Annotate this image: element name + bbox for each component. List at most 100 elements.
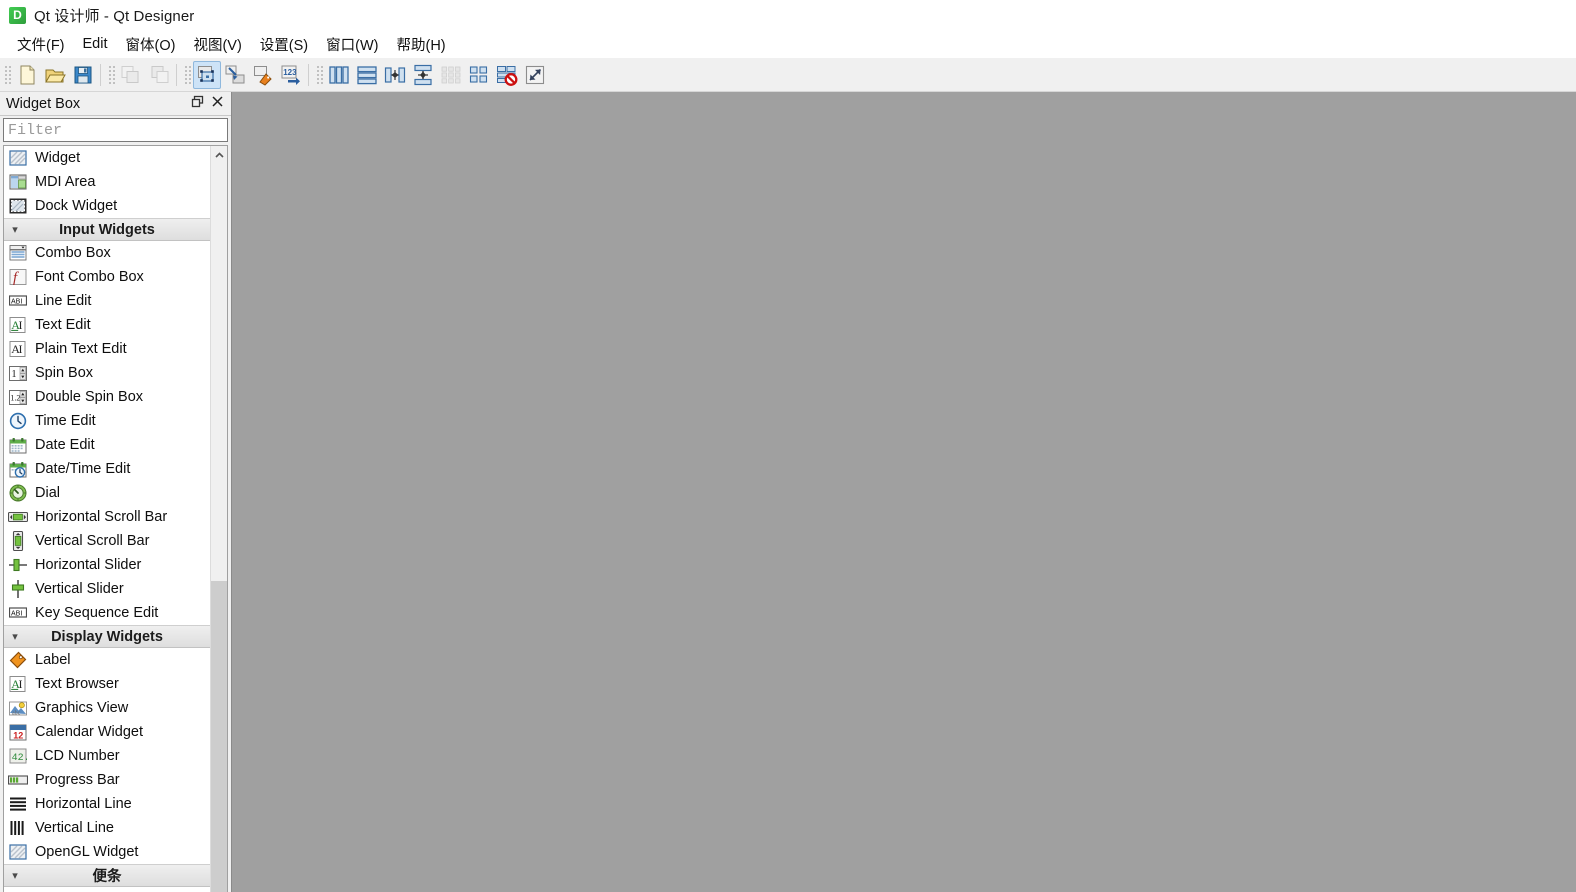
menu-view[interactable]: 视图(V) (184, 32, 250, 57)
list-item-combo-box[interactable]: Combo Box (4, 241, 210, 265)
layout-splitter-vertical-button[interactable] (409, 61, 437, 89)
edit-signals-slots-button[interactable] (221, 61, 249, 89)
list-item-time-edit[interactable]: Time Edit (4, 409, 210, 433)
list-item-widget[interactable]: Widget (4, 146, 210, 170)
list-item-label: Widget (35, 149, 81, 166)
calendar-widget-icon: 12 (7, 722, 29, 742)
list-item-vertical-scroll-bar[interactable]: Vertical Scroll Bar (4, 529, 210, 553)
category-label: Input Widgets (59, 221, 155, 238)
category-display-widgets[interactable]: ▾ Display Widgets (4, 625, 210, 648)
chevron-down-icon: ▾ (12, 870, 18, 882)
widget-box-title-bar: Widget Box (0, 92, 231, 116)
list-item-horizontal-line[interactable]: Horizontal Line (4, 792, 210, 816)
open-form-button[interactable] (41, 61, 69, 89)
list-item-lcd-number[interactable]: 42. LCD Number (4, 744, 210, 768)
svg-text:abc: abc (12, 710, 21, 716)
layout-splitter-vertical-icon (412, 64, 434, 86)
mdi-workspace[interactable] (231, 92, 1576, 892)
list-item-label: Time Edit (35, 412, 96, 429)
layout-splitter-horizontal-icon (384, 64, 406, 86)
menu-window[interactable]: 窗口(W) (317, 32, 387, 57)
svg-text:ABI: ABI (11, 611, 22, 618)
horizontal-slider-icon (7, 555, 29, 575)
list-item-text-edit[interactable]: A I Text Edit (4, 313, 210, 337)
widget-box-close-button[interactable] (207, 94, 227, 114)
category-scratchpad[interactable]: ▾ 便条 (4, 864, 210, 887)
list-item-dial[interactable]: Dial (4, 481, 210, 505)
save-disk-icon (72, 64, 94, 86)
toolbar-separator-1 (100, 63, 101, 86)
layout-horizontally-button[interactable] (325, 61, 353, 89)
vertical-line-icon (7, 818, 29, 838)
toolbar-grip-edit[interactable] (107, 63, 115, 86)
list-item-progress-bar[interactable]: Progress Bar (4, 768, 210, 792)
adjust-size-button[interactable] (521, 61, 549, 89)
list-item-horizontal-scroll-bar[interactable]: Horizontal Scroll Bar (4, 505, 210, 529)
scrollbar-thumb[interactable] (211, 163, 227, 581)
edit-tab-order-button[interactable]: 123 (277, 61, 305, 89)
filter-input[interactable] (3, 118, 228, 142)
list-item-label[interactable]: Label (4, 648, 210, 672)
save-form-button[interactable] (69, 61, 97, 89)
list-item-date-time-edit[interactable]: Date/Time Edit (4, 457, 210, 481)
category-input-widgets[interactable]: ▾ Input Widgets (4, 218, 210, 241)
list-item-graphics-view[interactable]: abc Graphics View (4, 696, 210, 720)
list-item-label: Date/Time Edit (35, 460, 131, 477)
toolbar-grip-file[interactable] (3, 63, 11, 86)
list-item-label: Plain Text Edit (35, 340, 127, 357)
widget-box-title: Widget Box (6, 95, 81, 112)
list-item-font-combo-box[interactable]: f Font Combo Box (4, 265, 210, 289)
list-item-line-edit[interactable]: ABI Line Edit (4, 289, 210, 313)
mdi-area-icon (7, 172, 29, 192)
list-item-text-browser[interactable]: A I Text Browser (4, 672, 210, 696)
widget-box-scrollbar[interactable] (210, 146, 227, 892)
break-layout-button[interactable] (493, 61, 521, 89)
list-item-key-sequence-edit[interactable]: ABI Key Sequence Edit (4, 601, 210, 625)
menu-edit[interactable]: Edit (74, 34, 117, 54)
toolbar-grip-layout[interactable] (315, 63, 323, 86)
list-item-date-edit[interactable]: Date Edit (4, 433, 210, 457)
layout-splitter-horizontal-button[interactable] (381, 61, 409, 89)
chevron-up-icon (214, 146, 224, 164)
new-form-button[interactable] (13, 61, 41, 89)
graphics-view-icon: abc (7, 698, 29, 718)
qt-designer-icon (9, 6, 26, 24)
list-item-label: Text Edit (35, 316, 91, 333)
list-item-vertical-line[interactable]: Vertical Line (4, 816, 210, 840)
edit-buddies-button[interactable] (249, 61, 277, 89)
widget-box-float-button[interactable] (187, 94, 207, 114)
qt-designer-window: Qt 设计师 - Qt Designer 文件(F) Edit 窗体(O) 视图… (0, 0, 1576, 892)
toolbar-separator-3 (308, 63, 309, 86)
undo-button[interactable] (117, 61, 145, 89)
list-item-double-spin-box[interactable]: 1.2 Double Spin Box (4, 385, 210, 409)
list-item-mdi-area[interactable]: MDI Area (4, 170, 210, 194)
edit-widgets-button[interactable] (193, 60, 221, 89)
list-item-spin-box[interactable]: 1 Spin Box (4, 361, 210, 385)
list-item-dock-widget[interactable]: Dock Widget (4, 194, 210, 218)
menu-help[interactable]: 帮助(H) (387, 32, 454, 57)
layout-vertically-button[interactable] (353, 61, 381, 89)
svg-text:I: I (19, 318, 23, 332)
scrollbar-up-button[interactable] (211, 146, 227, 163)
time-edit-icon (7, 411, 29, 431)
font-combo-box-icon: f (7, 267, 29, 287)
list-item-label: Progress Bar (35, 771, 120, 788)
list-item-horizontal-slider[interactable]: Horizontal Slider (4, 553, 210, 577)
close-icon (211, 95, 224, 113)
layout-grid-button[interactable] (437, 61, 465, 89)
date-time-edit-icon (7, 459, 29, 479)
list-item-opengl-widget[interactable]: OpenGL Widget (4, 840, 210, 864)
menu-form[interactable]: 窗体(O) (117, 32, 185, 57)
scrollbar-track[interactable] (211, 581, 227, 892)
break-layout-icon (496, 64, 518, 86)
toolbar-grip-mode[interactable] (183, 63, 191, 86)
menu-settings[interactable]: 设置(S) (251, 32, 317, 57)
layout-form-button[interactable] (465, 61, 493, 89)
widget-box-list[interactable]: Widget MDI Area Dock Widget ▾ Input Widg… (4, 146, 210, 892)
horizontal-scroll-bar-icon (7, 507, 29, 527)
menu-file[interactable]: 文件(F) (8, 32, 74, 57)
list-item-plain-text-edit[interactable]: A I Plain Text Edit (4, 337, 210, 361)
redo-button[interactable] (145, 61, 173, 89)
list-item-vertical-slider[interactable]: Vertical Slider (4, 577, 210, 601)
list-item-calendar-widget[interactable]: 12 Calendar Widget (4, 720, 210, 744)
